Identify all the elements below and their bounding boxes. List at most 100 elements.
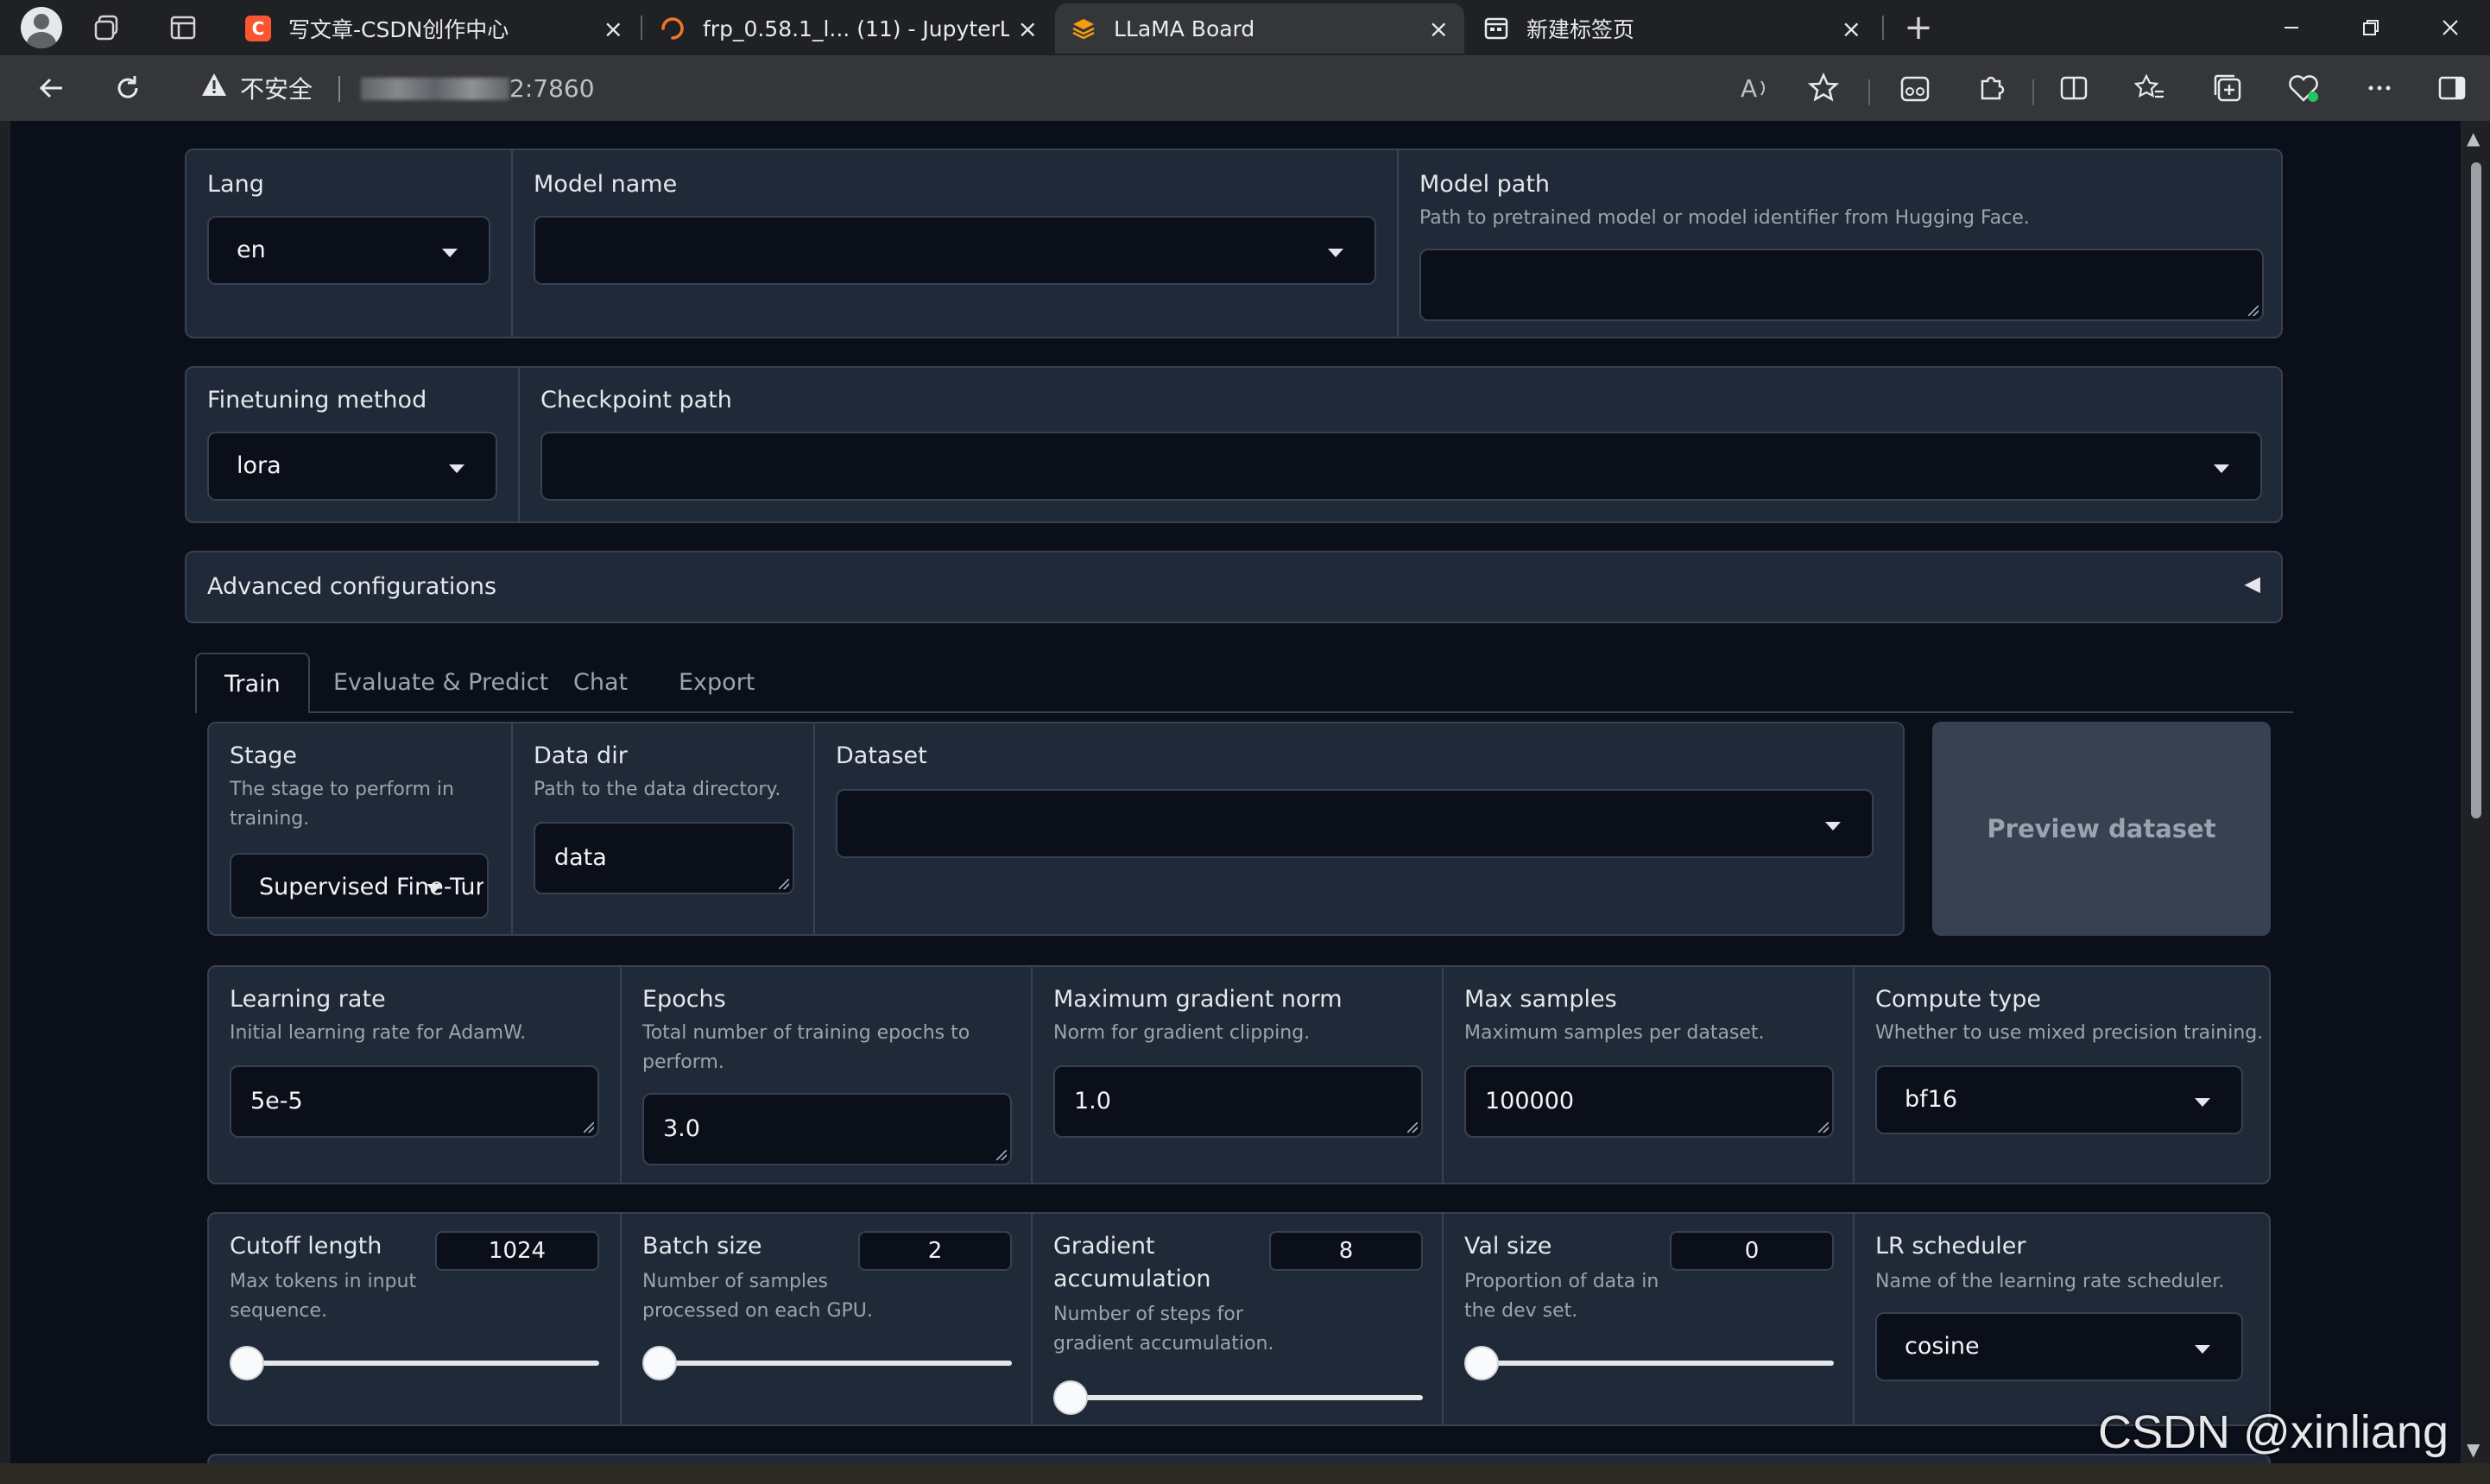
new-tab-button[interactable]: + [1896,5,1941,50]
stage-value: Supervised Fine-Tur [259,874,483,900]
cutoff-length-slider-track[interactable] [230,1361,599,1366]
split-screen-icon[interactable] [2051,66,2096,111]
epochs-input[interactable]: 3.0 [642,1093,1012,1165]
browser-essentials-icon[interactable] [2281,66,2326,111]
epochs-info: Total number of training epochs to [642,1022,970,1044]
url-redacted [361,78,509,100]
browser-tab-llama-board[interactable]: LLaMA Board × [1055,3,1464,54]
preview-dataset-button[interactable]: Preview dataset [1932,722,2271,936]
profile-avatar-icon[interactable] [19,5,64,50]
url-text[interactable]: 2:7860 [509,74,595,103]
favorite-star-icon[interactable] [1801,66,1846,111]
resize-handle-icon[interactable] [1407,1122,1418,1133]
cutoff-length-label: Cutoff length [230,1233,382,1260]
tab-actions-icon[interactable] [161,5,205,50]
warning-icon [200,72,228,104]
finetuning-method-dropdown[interactable]: lora [207,432,497,501]
close-tab-icon[interactable]: × [1429,15,1449,43]
read-aloud-icon[interactable]: A [1732,66,1777,111]
close-tab-icon[interactable]: × [1842,15,1861,43]
lang-block: Lang en [186,150,511,337]
checkpoint-path-dropdown[interactable] [540,432,2262,501]
cutoff-length-slider-thumb[interactable] [230,1346,264,1380]
dataset-dropdown[interactable] [836,789,1874,858]
resize-handle-icon[interactable] [1818,1122,1829,1133]
max-samples-input[interactable]: 100000 [1464,1065,1834,1138]
lr-scheduler-dropdown[interactable]: cosine [1875,1312,2243,1381]
chevron-down-icon [427,884,442,893]
batch-size-number-input[interactable]: 2 [858,1231,1012,1271]
browser-tab-title: frp_0.58.1_l... (11) - JupyterLab [703,16,1009,41]
checkpoint-path-label: Checkpoint path [540,387,732,414]
max-grad-norm-info: Norm for gradient clipping. [1053,1022,1311,1044]
reload-icon[interactable] [105,66,150,111]
cutoff-length-info-2: sequence. [230,1300,328,1322]
collapse-arrow-icon: ◀ [2244,571,2260,596]
scroll-up-icon[interactable]: ▲ [2467,128,2480,148]
resize-handle-icon[interactable] [584,1122,594,1133]
security-label: 不安全 [240,75,313,104]
advanced-configurations-accordion[interactable]: Advanced configurations ◀ [185,551,2283,623]
workspaces-icon[interactable] [86,5,131,50]
val-size-number-input[interactable]: 0 [1670,1231,1834,1271]
batch-size-slider-thumb[interactable] [642,1346,677,1380]
compute-type-dropdown[interactable]: bf16 [1875,1065,2243,1134]
favorites-icon[interactable] [2127,66,2172,111]
finetuning-method-label: Finetuning method [207,387,427,414]
page-scrollbar[interactable]: ▲ ▼ [2461,121,2490,1463]
restore-icon[interactable] [2331,0,2411,55]
val-size-slider-thumb[interactable] [1464,1346,1499,1380]
lr-scheduler-value: cosine [1905,1333,1980,1360]
learning-rate-input[interactable]: 5e-5 [230,1065,599,1138]
dataset-label: Dataset [836,742,927,769]
learning-rate-value: 5e-5 [250,1088,303,1115]
lang-dropdown[interactable]: en [207,216,490,285]
chevron-down-icon [1328,249,1343,257]
scrollbar-thumb[interactable] [2471,162,2481,818]
cutoff-length-info: Max tokens in input [230,1271,417,1292]
gradient-accumulation-block: Gradient accumulation 8 Number of steps … [1031,1214,1442,1424]
browser-tab-jupyter[interactable]: frp_0.58.1_l... (11) - JupyterLab × [644,3,1053,54]
back-icon[interactable] [29,66,74,111]
minimize-icon[interactable] [2252,0,2331,55]
batch-size-slider-track[interactable] [642,1361,1012,1366]
extensions-puzzle-icon[interactable] [1969,66,2013,111]
close-window-icon[interactable] [2411,0,2490,55]
gradient-accumulation-number-input[interactable]: 8 [1269,1231,1423,1271]
browser-tab-csdn[interactable]: C 写文章-CSDN创作中心 × [230,3,639,54]
close-tab-icon[interactable]: × [1018,15,1038,43]
tab-export[interactable]: Export [651,653,782,713]
resize-handle-icon[interactable] [779,879,789,889]
stage-info-2: training. [230,808,310,830]
stage-label: Stage [230,742,298,769]
llama-board-page: Lang en Model name Model path Path to pr… [10,121,2461,1463]
extension-glasses-icon[interactable] [1893,66,1937,111]
sidebar-toggle-icon[interactable] [2430,66,2474,111]
finetuning-method-value: lora [237,452,281,479]
gradient-accumulation-slider-thumb[interactable] [1053,1380,1088,1415]
epochs-info-2: perform. [642,1051,724,1073]
model-name-dropdown[interactable] [534,216,1376,285]
chevron-down-icon [449,464,465,473]
max-grad-norm-input[interactable]: 1.0 [1053,1065,1423,1138]
batch-size-label: Batch size [642,1233,762,1260]
scroll-down-icon[interactable]: ▼ [2467,1439,2480,1460]
model-path-input[interactable] [1419,249,2264,321]
lr-scheduler-block: LR scheduler Name of the learning rate s… [1853,1214,2269,1424]
tab-train[interactable]: Train [195,653,310,713]
close-tab-icon[interactable]: × [604,15,623,43]
tab-chat[interactable]: Chat [546,653,655,713]
model-path-label: Model path [1419,171,1551,198]
tab-evaluate-predict[interactable]: Evaluate & Predict [306,653,576,713]
resize-handle-icon[interactable] [2248,306,2259,316]
browser-tab-new-tab[interactable]: 新建标签页 × [1468,3,1877,54]
security-indicator[interactable]: 不安全 [200,67,313,109]
data-dir-input[interactable]: data [534,822,794,894]
resize-handle-icon[interactable] [996,1150,1007,1160]
cutoff-length-number-input[interactable]: 1024 [435,1231,599,1271]
collections-icon[interactable] [2205,66,2250,111]
stage-dropdown[interactable]: Supervised Fine-Tur [230,853,489,919]
val-size-slider-track[interactable] [1464,1361,1834,1366]
more-options-icon[interactable] [2357,66,2402,111]
gradient-accumulation-slider-track[interactable] [1053,1395,1423,1400]
